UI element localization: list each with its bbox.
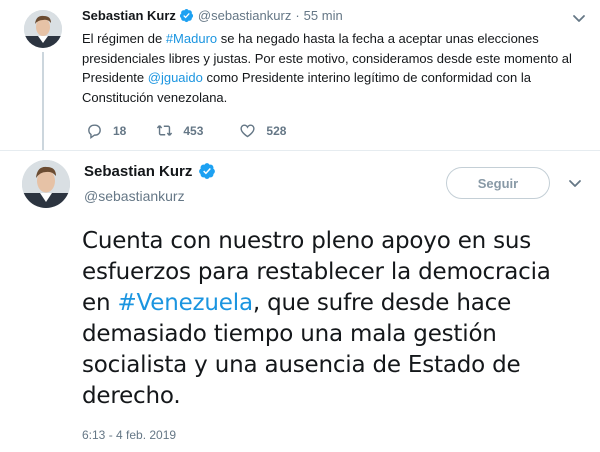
tweet-header: Sebastian Kurz @sebastiankurz · 55 min — [82, 8, 343, 23]
retweet-icon — [157, 125, 173, 136]
chevron-down-icon[interactable] — [572, 14, 586, 24]
mention-link[interactable]: @jguaido — [148, 70, 203, 85]
hashtag-link[interactable]: #Maduro — [166, 31, 217, 46]
avatar[interactable] — [22, 160, 70, 208]
like-count: 528 — [266, 123, 287, 138]
retweet-button[interactable]: 453 — [156, 122, 203, 139]
tweet-timestamp[interactable]: 6:13 - 4 feb. 2019 — [82, 428, 176, 442]
tweet-actions: 18 453 528 — [86, 122, 322, 139]
author-handle[interactable]: @sebastiankurz — [84, 188, 185, 204]
reply-button[interactable]: 18 — [86, 122, 126, 139]
author-handle[interactable]: @sebastiankurz — [198, 8, 291, 23]
author-name-text[interactable]: Sebastian Kurz — [84, 163, 192, 180]
like-button[interactable]: 528 — [239, 122, 286, 139]
retweet-count: 453 — [183, 123, 204, 138]
verified-badge-icon — [179, 8, 193, 23]
avatar[interactable] — [24, 10, 62, 48]
tweet-time[interactable]: 55 min — [304, 8, 343, 23]
parent-tweet[interactable]: Sebastian Kurz @sebastiankurz · 55 min E… — [0, 0, 600, 150]
separator-dot: · — [295, 8, 300, 23]
reply-count: 18 — [113, 123, 127, 138]
divider — [0, 150, 600, 151]
hashtag-link[interactable]: #Venezuela — [117, 290, 253, 316]
text-segment: El régimen de — [82, 31, 166, 46]
like-icon — [240, 124, 255, 138]
follow-button[interactable]: Seguir — [446, 167, 550, 199]
chevron-down-icon[interactable] — [568, 179, 582, 189]
reply-icon — [88, 124, 101, 139]
verified-badge-icon — [199, 163, 216, 179]
tweet-text: Cuenta con nuestro pleno apoyo en sus es… — [82, 226, 582, 412]
thread-line — [42, 52, 44, 150]
author-name[interactable]: Sebastian Kurz — [84, 162, 220, 180]
author-name[interactable]: Sebastian Kurz — [82, 8, 176, 23]
tweet-text: El régimen de #Maduro se ha negado hasta… — [82, 29, 572, 107]
